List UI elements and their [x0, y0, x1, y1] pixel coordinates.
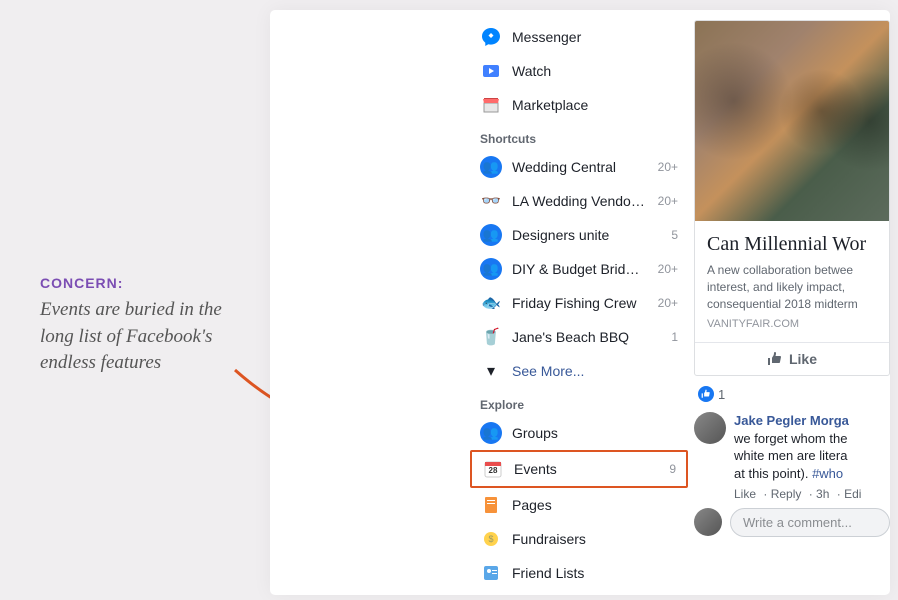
comment-reply-link[interactable]: Reply — [771, 487, 802, 501]
explore-groups[interactable]: 👥 Groups — [470, 416, 688, 450]
explore-pages[interactable]: Pages — [470, 488, 688, 522]
facebook-window: Messenger Watch Marketplace Shortcuts 👥 … — [270, 10, 890, 595]
post-source: VANITYFAIR.COM — [707, 318, 877, 330]
comment-author[interactable]: Jake Pegler Morga — [734, 413, 849, 428]
nav-label: Wedding Central — [512, 159, 654, 175]
nav-watch[interactable]: Watch — [470, 54, 688, 88]
like-label: Like — [789, 351, 817, 367]
nav-badge: 20+ — [658, 296, 678, 310]
explore-on-this-day[interactable]: On This Day 8 — [470, 590, 688, 595]
group-icon: 👥 — [480, 156, 502, 178]
fish-icon: 🐟 — [480, 292, 502, 314]
nav-label: LA Wedding Vendo… — [512, 193, 654, 209]
nav-badge: 20+ — [658, 262, 678, 276]
svg-text:28: 28 — [489, 466, 498, 475]
nav-label: DIY & Budget Brid… — [512, 261, 654, 277]
shortcut-item[interactable]: 🐟 Friday Fishing Crew 20+ — [470, 286, 688, 320]
avatar[interactable] — [694, 508, 722, 536]
nav-label: Friend Lists — [512, 565, 678, 581]
news-feed: Can Millennial Wor A new collaboration b… — [694, 20, 890, 541]
nav-label: See More... — [512, 363, 678, 379]
post-title: Can Millennial Wor — [707, 233, 877, 256]
events-icon: 28 — [482, 458, 504, 480]
nav-label: Fundraisers — [512, 531, 678, 547]
post-card[interactable]: Can Millennial Wor A new collaboration b… — [694, 20, 890, 376]
comment-edited: Edi — [844, 487, 861, 501]
chevron-down-icon: ▾ — [480, 360, 502, 382]
explore-fundraisers[interactable]: $ Fundraisers — [470, 522, 688, 556]
nav-marketplace[interactable]: Marketplace — [470, 88, 688, 122]
reactions-bar[interactable]: 1 — [694, 376, 890, 408]
nav-label: Friday Fishing Crew — [512, 295, 654, 311]
nav-label: Messenger — [512, 29, 678, 45]
nav-label: Jane's Beach BBQ — [512, 329, 667, 345]
nav-label: Pages — [512, 497, 678, 513]
like-reaction-icon — [698, 386, 714, 402]
groups-icon: 👥 — [480, 422, 502, 444]
messenger-icon — [480, 26, 502, 48]
nav-label: Watch — [512, 63, 678, 79]
post-description: A new collaboration betwee interest, and… — [707, 262, 877, 312]
comment-text: we forget whom the white men are litera … — [734, 430, 865, 483]
friend-lists-icon — [480, 562, 502, 584]
shortcuts-header: Shortcuts — [470, 122, 688, 150]
comment-time: 3h — [816, 487, 829, 501]
like-button[interactable]: Like — [695, 342, 889, 375]
comment-input[interactable]: Write a comment... — [730, 508, 890, 537]
watch-icon — [480, 60, 502, 82]
cup-icon: 🥤 — [480, 326, 502, 348]
marketplace-icon — [480, 94, 502, 116]
nav-messenger[interactable]: Messenger — [470, 20, 688, 54]
nav-label: Designers unite — [512, 227, 667, 243]
explore-events[interactable]: 28 Events 9 — [470, 450, 688, 488]
nav-badge: 9 — [669, 462, 676, 476]
shortcut-item[interactable]: 👥 Designers unite 5 — [470, 218, 688, 252]
reaction-count: 1 — [718, 387, 725, 402]
nav-label: Groups — [512, 425, 678, 441]
comment-composer: Write a comment... — [694, 508, 890, 537]
shortcut-item[interactable]: 🥤 Jane's Beach BBQ 1 — [470, 320, 688, 354]
glasses-icon: 👓 — [480, 190, 502, 212]
shortcut-item[interactable]: 👓 LA Wedding Vendo… 20+ — [470, 184, 688, 218]
fundraisers-icon: $ — [480, 528, 502, 550]
svg-text:$: $ — [488, 534, 493, 544]
group-icon: 👥 — [480, 224, 502, 246]
explore-friend-lists[interactable]: Friend Lists — [470, 556, 688, 590]
shortcut-item[interactable]: 👥 Wedding Central 20+ — [470, 150, 688, 184]
explore-header: Explore — [470, 388, 688, 416]
comment-like-link[interactable]: Like — [734, 487, 756, 501]
pages-icon — [480, 494, 502, 516]
shortcut-item[interactable]: 👥 DIY & Budget Brid… 20+ — [470, 252, 688, 286]
comment-thread: Jake Pegler Morga we forget whom the whi… — [694, 408, 890, 540]
sidebar: Messenger Watch Marketplace Shortcuts 👥 … — [470, 20, 688, 595]
concern-label: CONCERN: — [40, 275, 260, 291]
nav-badge: 5 — [671, 228, 678, 242]
post-image — [695, 21, 889, 221]
nav-label: Marketplace — [512, 97, 678, 113]
group-icon: 👥 — [480, 258, 502, 280]
nav-badge: 20+ — [658, 194, 678, 208]
nav-badge: 1 — [671, 330, 678, 344]
see-more-link[interactable]: ▾ See More... — [470, 354, 688, 388]
hashtag-link[interactable]: #who — [812, 466, 843, 481]
comment-meta: Like · Reply · 3h · Edi — [734, 486, 865, 502]
avatar[interactable] — [694, 412, 726, 444]
nav-label: Events — [514, 461, 665, 477]
nav-badge: 20+ — [658, 160, 678, 174]
thumb-up-icon — [767, 351, 783, 367]
comment: Jake Pegler Morga we forget whom the whi… — [694, 412, 890, 501]
